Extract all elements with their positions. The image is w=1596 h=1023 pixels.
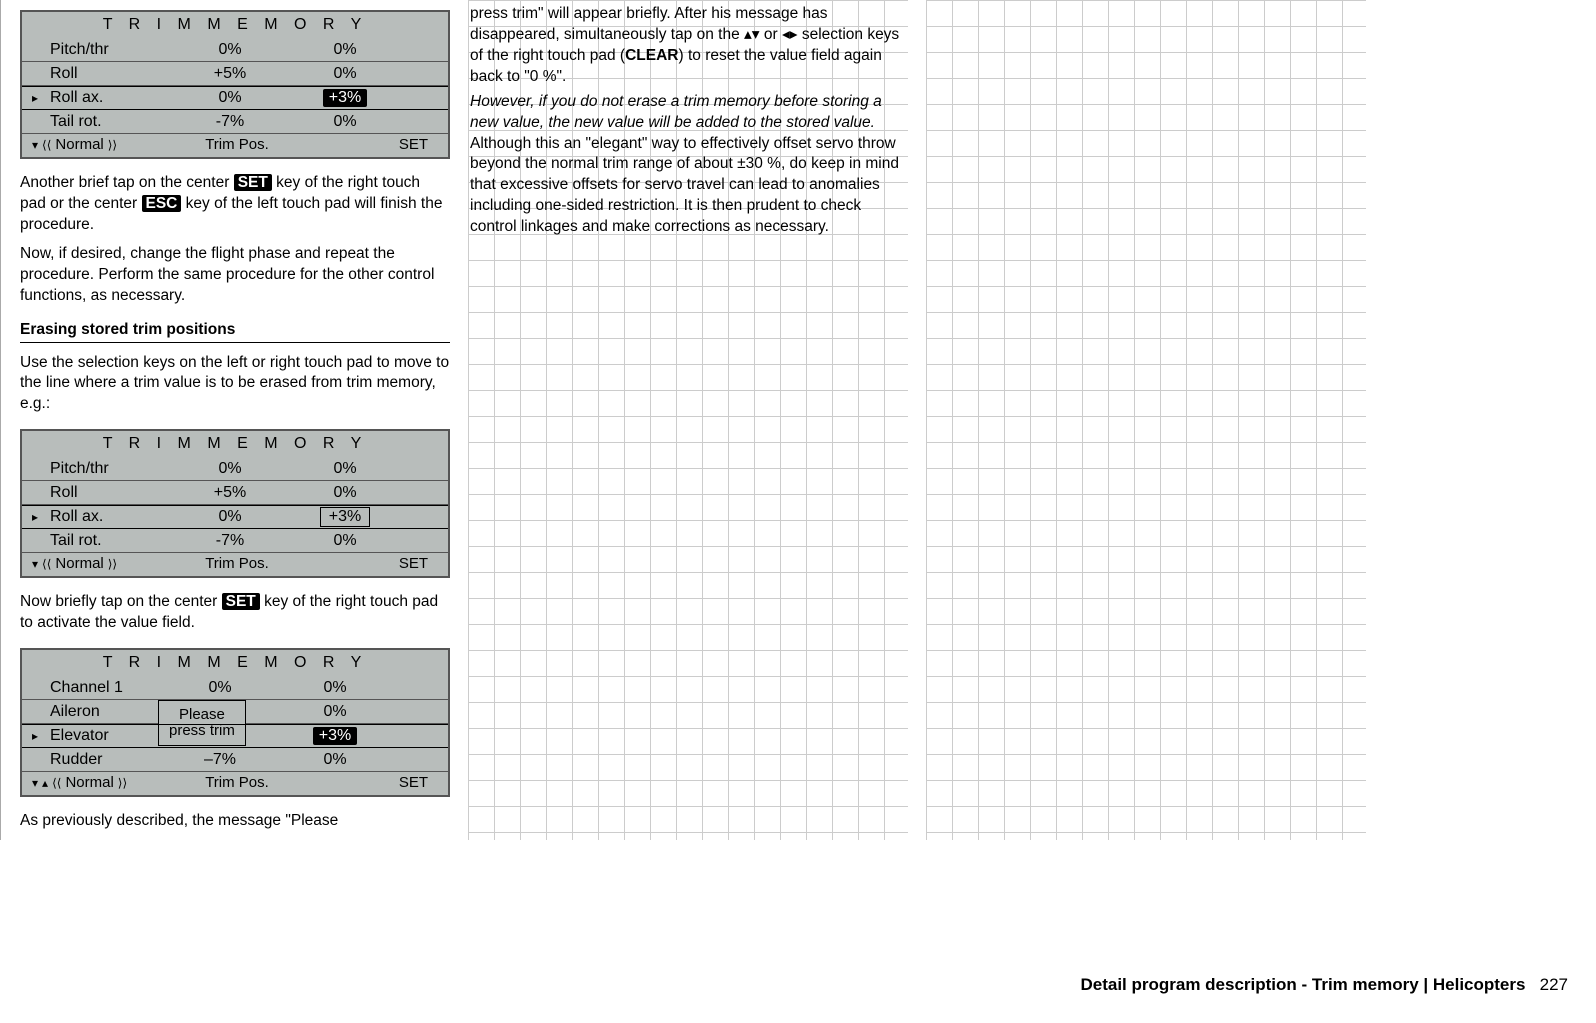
body-text: Now briefly tap on the center SET key of…: [20, 592, 450, 634]
table-row: Rudder –7% 0%: [22, 748, 448, 772]
page-number: 227: [1540, 975, 1568, 994]
grid-background: [926, 0, 1366, 840]
body-text: Another brief tap on the center SET key …: [20, 173, 450, 236]
table-row: Tail rot. -7% 0%: [22, 529, 448, 553]
chevron-right-icon: ⟩⟩: [118, 776, 127, 790]
table-row: Roll +5% 0%: [22, 481, 448, 505]
table-row-selected: Roll ax. 0% +3%: [22, 505, 448, 529]
body-text: Now, if desired, change the flight phase…: [20, 244, 450, 307]
value-boxed: +3%: [320, 507, 370, 527]
value-highlighted: +3%: [323, 89, 367, 107]
triangle-down-icon: [32, 774, 38, 791]
lcd-footer: ⟨⟨ Normal ⟩⟩ Trim Pos. SET: [22, 772, 448, 793]
footer-title: Detail program description - Trim memory…: [1080, 975, 1525, 994]
chevron-right-icon: ⟩⟩: [108, 138, 117, 152]
lcd-title: T R I M M E M O R Y: [22, 16, 448, 34]
lcd-display-2: T R I M M E M O R Y Pitch/thr 0% 0% Roll…: [20, 429, 450, 578]
chevron-left-icon: ⟨⟨: [42, 138, 51, 152]
table-row: Pitch/thr 0% 0%: [22, 457, 448, 481]
triangle-down-icon: [32, 555, 38, 572]
chevron-left-icon: ⟨⟨: [52, 776, 61, 790]
table-row: Aileron 0% Please press trim: [22, 700, 448, 724]
triangle-right-icon: [32, 89, 50, 107]
page-footer: Detail program description - Trim memory…: [1080, 975, 1568, 995]
triangle-down-icon: [32, 136, 38, 153]
triangle-right-icon: [32, 727, 50, 745]
set-keycap: SET: [222, 593, 260, 610]
table-row: Channel 1 0% 0%: [22, 676, 448, 700]
lcd-footer: ⟨⟨ Normal ⟩⟩ Trim Pos. SET: [22, 553, 448, 574]
lcd-footer: ⟨⟨ Normal ⟩⟩ Trim Pos. SET: [22, 134, 448, 155]
body-text: press trim" will appear briefly. After h…: [470, 4, 906, 88]
clear-key-label: CLEAR: [625, 47, 678, 64]
lcd-display-1: T R I M M E M O R Y Pitch/thr 0% 0% Roll…: [20, 10, 450, 159]
triangle-up-icon: [42, 774, 48, 791]
value-highlighted: +3%: [313, 727, 357, 745]
triangle-right-icon: [32, 508, 50, 526]
table-row-selected: Elevator +3%: [22, 724, 448, 748]
lcd-title: T R I M M E M O R Y: [22, 435, 448, 453]
body-text: Use the selection keys on the left or ri…: [20, 353, 450, 416]
table-row: Tail rot. -7% 0%: [22, 110, 448, 134]
lcd-title: T R I M M E M O R Y: [22, 654, 448, 672]
esc-keycap: ESC: [142, 195, 182, 212]
body-text: However, if you do not erase a trim memo…: [470, 92, 906, 238]
subheading: Erasing stored trim positions: [20, 321, 450, 343]
set-keycap: SET: [234, 174, 272, 191]
lcd-display-3: T R I M M E M O R Y Channel 1 0% 0% Aile…: [20, 648, 450, 797]
table-row: Pitch/thr 0% 0%: [22, 38, 448, 62]
chevron-right-icon: ⟩⟩: [108, 557, 117, 571]
body-text: As previously described, the message "Pl…: [20, 811, 450, 832]
chevron-left-icon: ⟨⟨: [42, 557, 51, 571]
table-row-selected: Roll ax. 0% +3%: [22, 86, 448, 110]
table-row: Roll +5% 0%: [22, 62, 448, 86]
